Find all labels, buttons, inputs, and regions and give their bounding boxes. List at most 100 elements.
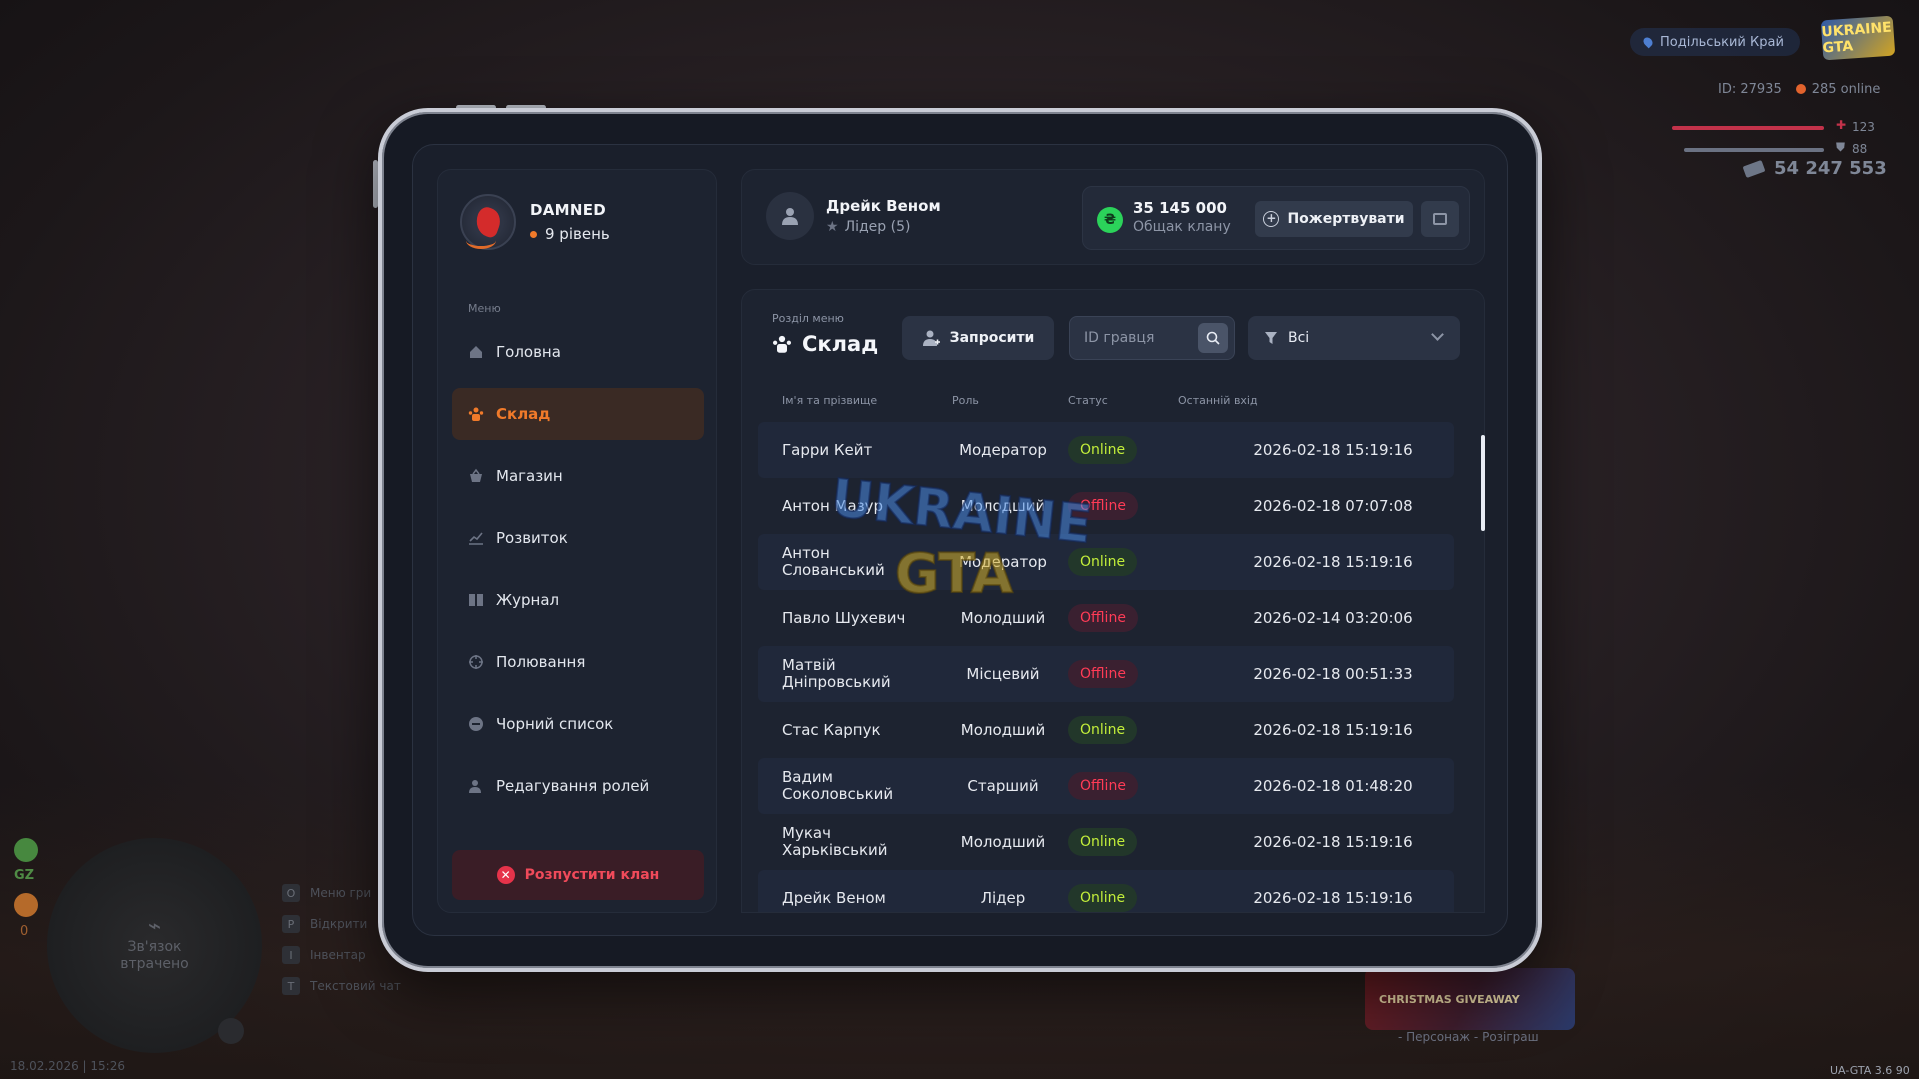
member-name: Антон Мазур (782, 496, 884, 515)
table-row[interactable]: Дрейк Веном Лідер Online 2026-02-18 15:1… (758, 870, 1454, 912)
armor-bar (1684, 148, 1824, 152)
search-button[interactable] (1198, 323, 1228, 353)
header-panel: Дрейк Веном ★ Лідер (5) ₴ 35 145 000 Общ… (741, 169, 1485, 265)
minimap-text-2: втрачено (120, 956, 189, 972)
status-filter-dropdown[interactable]: Всі (1248, 316, 1460, 360)
key-hint-label: Текстовий чат (310, 979, 401, 993)
close-circle-icon: ✕ (496, 866, 515, 884)
search-icon (1206, 331, 1220, 345)
chevron-down-icon (1431, 328, 1444, 341)
health-bar (1672, 126, 1824, 130)
shop-icon (470, 468, 482, 482)
sidebar-item-label: Магазин (496, 467, 563, 485)
search-input[interactable] (1084, 317, 1194, 359)
sidebar-item-label: Чорний список (496, 715, 614, 733)
key-cap: I (282, 946, 300, 964)
version-label: UA-GTA 3.6 90 (1830, 1064, 1910, 1077)
invite-button[interactable]: Запросити (902, 316, 1054, 360)
user-name: Дрейк Веном (826, 197, 941, 215)
sidebar-item-development[interactable]: Розвиток (452, 512, 704, 564)
table-header: Ім'я та прізвище Роль Статус Останній вх… (766, 394, 1462, 414)
status-badge: Online (1068, 548, 1138, 576)
section-title-text: Склад (802, 332, 879, 356)
game-logo: UKRAINE GTA (1820, 15, 1896, 61)
menu-caption: Меню (468, 302, 501, 315)
member-name: Матвій Дніпровський (782, 656, 891, 691)
last-login: 2026-02-18 15:19:16 (1253, 553, 1413, 571)
sidebar-item-role-edit[interactable]: Редагування ролей (452, 760, 704, 812)
online-count-text: 285 online (1811, 82, 1881, 97)
column-header-role: Роль (952, 394, 979, 407)
sidebar-item-label: Журнал (496, 591, 560, 609)
armor-icon: ⛊ (1836, 140, 1846, 154)
promo-banner[interactable]: CHRISTMAS GIVEAWAY (1365, 968, 1575, 1030)
sidebar-item-label: Редагування ролей (496, 777, 650, 795)
avatar (766, 192, 814, 240)
location-pin-icon (1641, 35, 1655, 49)
status-badge: Offline (1068, 604, 1138, 632)
wanted-icon (14, 893, 38, 917)
clan-emblem-icon (460, 194, 516, 250)
armor-value: 88 (1852, 142, 1868, 156)
table-row[interactable]: Вадим Соколовський Старший Offline 2026-… (758, 758, 1454, 814)
sidebar-item-label: Розвиток (496, 529, 568, 547)
last-login: 2026-02-14 03:20:06 (1253, 609, 1413, 627)
star-icon: ★ (826, 219, 839, 235)
members-panel: Розділ меню Склад Запросити Всі Ім'я та … (741, 289, 1485, 913)
last-login: 2026-02-18 15:19:16 (1253, 441, 1413, 459)
key-hint-label: Відкрити (310, 917, 368, 931)
no-signal-icon: ⌁ (147, 914, 162, 939)
greenzone-label: GZ (14, 868, 35, 883)
last-login: 2026-02-18 15:19:16 (1253, 889, 1413, 907)
table-row[interactable]: Гарри Кейт Модератор Online 2026-02-18 1… (758, 422, 1454, 478)
member-role: Молодший (960, 833, 1046, 851)
book-icon (469, 594, 483, 606)
treasury: ₴ 35 145 000 Общак клану + Пожертвувати (1082, 186, 1470, 250)
table-scrollbar[interactable] (1481, 435, 1485, 531)
health-value: 123 (1852, 120, 1875, 134)
user-role-text: Лідер (5) (844, 219, 911, 235)
donate-label: Пожертвувати (1287, 211, 1405, 227)
key-hint-label: Меню гри (310, 886, 372, 900)
member-name: Антон Слованський (782, 544, 885, 579)
role-edit-icon (469, 780, 481, 793)
invite-label: Запросити (949, 330, 1035, 346)
column-header-name: Ім'я та прізвище (782, 394, 878, 407)
last-login: 2026-02-18 15:19:16 (1253, 833, 1413, 851)
sidebar-item-shop[interactable]: Магазин (452, 450, 704, 502)
member-role: Місцевий (966, 665, 1040, 683)
dissolve-clan-button[interactable]: ✕ Розпустити клан (452, 850, 704, 900)
sidebar-item-blacklist[interactable]: Чорний список (452, 698, 704, 750)
member-role: Молодший (960, 721, 1046, 739)
table-row[interactable]: Антон Слованський Модератор Online 2026-… (758, 534, 1454, 590)
cash-icon (1742, 159, 1766, 178)
key-hint-label: Інвентар (310, 948, 366, 962)
sidebar-item-journal[interactable]: Журнал (452, 574, 704, 626)
table-row[interactable]: Стас Карпук Молодший Online 2026-02-18 1… (758, 702, 1454, 758)
donate-button[interactable]: + Пожертвувати (1255, 201, 1413, 237)
home-icon (470, 346, 482, 358)
dissolve-clan-label: Розпустити клан (524, 867, 660, 883)
sidebar-item-label: Склад (496, 405, 551, 423)
table-row[interactable]: Антон Мазур Молодший Offline 2026-02-18 … (758, 478, 1454, 534)
table-row[interactable]: Матвій Дніпровський Місцевий Offline 202… (758, 646, 1454, 702)
user-icon (782, 208, 798, 225)
member-name: Павло Шухевич (782, 608, 906, 627)
sidebar-item-home[interactable]: Головна (452, 326, 704, 378)
last-login: 2026-02-18 07:07:08 (1253, 497, 1413, 515)
user-info: Дрейк Веном ★ Лідер (5) (766, 192, 941, 240)
sidebar-item-members[interactable]: Склад (452, 388, 704, 440)
filter-icon (1265, 332, 1277, 344)
plus-circle-icon: + (1263, 211, 1280, 227)
safe-button[interactable] (1421, 201, 1459, 237)
status-badge: Online (1068, 436, 1138, 464)
clan-level: 9 рівень (530, 225, 610, 243)
sidebar: DAMNED 9 рівень Меню Головна Склад Магаз… (437, 169, 717, 913)
table-row[interactable]: Мукач Харьківський Молодший Online 2026-… (758, 814, 1454, 870)
datetime: 18.02.2026 | 15:26 (10, 1059, 125, 1073)
key-cap: T (282, 977, 300, 995)
status-badge: Online (1068, 828, 1138, 856)
table-row[interactable]: Павло Шухевич Молодший Offline 2026-02-1… (758, 590, 1454, 646)
safe-icon (1433, 213, 1447, 225)
sidebar-item-hunting[interactable]: Полювання (452, 636, 704, 688)
